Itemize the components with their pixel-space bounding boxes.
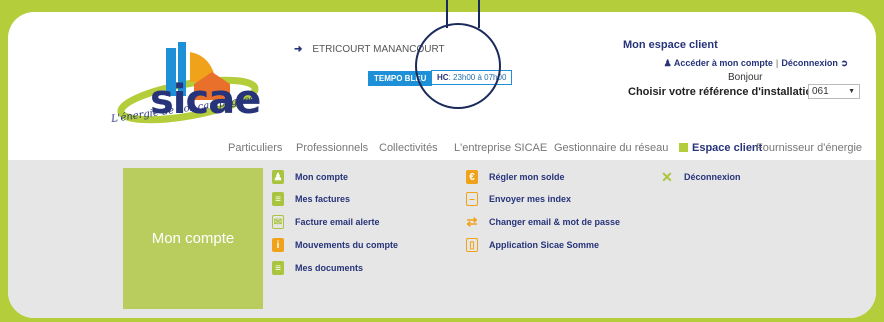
envelope-icon: ✉ xyxy=(272,215,284,229)
account-menu-band: Mon compte ♟ Mon compte ≡ Mes factures ✉ Fa… xyxy=(8,160,876,318)
callout-circle xyxy=(415,23,501,109)
menu-mon-compte[interactable]: ♟ Mon compte xyxy=(272,170,348,184)
menu-application-sicae-somme[interactable]: ▯ Application Sicae Somme xyxy=(466,238,599,252)
deconnexion-link[interactable]: Déconnexion xyxy=(781,58,838,68)
installation-ref-label: Choisir votre référence d'installation : xyxy=(628,86,826,98)
nav-professionnels[interactable]: Professionnels xyxy=(296,142,368,154)
mon-compte-panel: Mon compte xyxy=(123,168,263,309)
menu-regler-solde[interactable]: € Régler mon solde xyxy=(466,170,565,184)
info-icon: i xyxy=(272,238,284,252)
menu-envoyer-index[interactable]: – Envoyer mes index xyxy=(466,192,571,206)
nav-gestionnaire-reseau[interactable]: Gestionnaire du réseau xyxy=(554,142,668,154)
espace-client-title: Mon espace client xyxy=(623,39,718,51)
nav-collectivites[interactable]: Collectivités xyxy=(379,142,438,154)
meter-icon: – xyxy=(466,192,478,206)
installation-ref-select[interactable]: 061 ▼ xyxy=(808,84,860,99)
acceder-compte-link[interactable]: Accéder à mon compte xyxy=(674,58,773,68)
nav-espace-client[interactable]: Espace client xyxy=(679,142,762,154)
close-icon: ✕ xyxy=(661,168,673,185)
account-links: ♟ Accéder à mon compte | Déconnexion ➲ xyxy=(663,58,848,68)
mobile-icon: ▯ xyxy=(466,238,478,252)
nav-particuliers[interactable]: Particuliers xyxy=(228,142,282,154)
greeting: Bonjour xyxy=(728,72,763,83)
nav-entreprise-sicae[interactable]: L'entreprise SICAE xyxy=(454,142,547,154)
callout-line-right xyxy=(478,0,480,28)
menu-mes-factures[interactable]: ≡ Mes factures xyxy=(272,192,350,206)
user-icon: ♟ xyxy=(663,58,672,68)
menu-facture-email-alerte[interactable]: ✉ Facture email alerte xyxy=(272,215,380,229)
nav-fournisseur-energie[interactable]: Fournisseur d'énergie xyxy=(756,142,862,154)
shuffle-icon: ⇄ xyxy=(466,214,478,229)
user-icon: ♟ xyxy=(272,170,284,184)
logout-icon: ➲ xyxy=(840,58,848,68)
sicae-logo[interactable]: sicae L'énergie de nos campagnes xyxy=(108,38,283,148)
active-square-icon xyxy=(679,143,688,152)
invoice-icon: ≡ xyxy=(272,192,284,206)
menu-mouvements-compte[interactable]: i Mouvements du compte xyxy=(272,238,398,252)
menu-changer-email-mdp[interactable]: ⇄ Changer email & mot de passe xyxy=(466,214,621,229)
menu-deconnexion[interactable]: ✕ Déconnexion xyxy=(661,168,740,185)
menu-mes-documents[interactable]: ≡ Mes documents xyxy=(272,261,363,275)
euro-icon: € xyxy=(466,170,478,184)
arrow-right-icon: ➜ xyxy=(294,44,303,55)
document-icon: ≡ xyxy=(272,261,284,275)
chevron-down-icon: ▼ xyxy=(848,88,855,95)
